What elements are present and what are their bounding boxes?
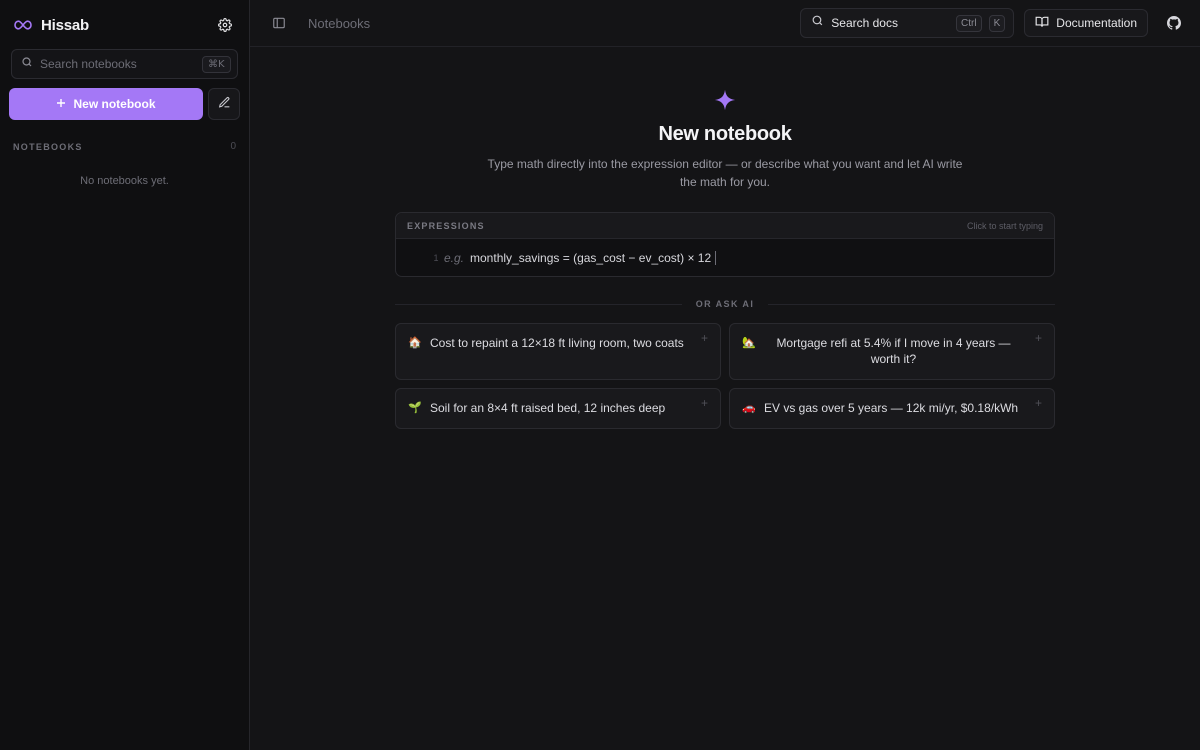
new-notebook-row: New notebook	[9, 88, 240, 120]
book-icon	[1035, 15, 1049, 32]
search-icon	[811, 14, 824, 32]
pencil-icon	[218, 96, 231, 112]
divider-line-left	[395, 303, 682, 305]
app-name: Hissab	[41, 16, 89, 34]
prompt-text: Cost to repaint a 12×18 ft living room, …	[430, 336, 684, 350]
prompt-card[interactable]: 🌱 Soil for an 8×4 ft raised bed, 12 inch…	[395, 388, 721, 429]
compose-button[interactable]	[208, 88, 240, 120]
new-notebook-hero: New notebook Type math directly into the…	[250, 89, 1200, 429]
topbar-actions: Search docs Ctrl K Documentation	[800, 8, 1186, 38]
new-notebook-button[interactable]: New notebook	[9, 88, 203, 120]
brand-row: Hissab	[9, 0, 240, 50]
prompt-card[interactable]: 🚗 EV vs gas over 5 years — 12k mi/yr, $0…	[729, 388, 1055, 429]
search-docs-label: Search docs	[831, 16, 898, 30]
expressions-label: EXPRESSIONS	[407, 220, 485, 231]
search-docs-button[interactable]: Search docs Ctrl K	[800, 8, 1015, 38]
example-prefix: e.g.	[444, 250, 465, 265]
notebook-search-box[interactable]: ⌘K	[11, 49, 238, 79]
page-title: New notebook	[658, 123, 792, 145]
plus-icon: +	[700, 396, 708, 410]
line-number: 1	[433, 252, 439, 263]
sparkle-icon	[250, 89, 1200, 111]
ctrl-key-badge: Ctrl	[956, 14, 982, 32]
notebooks-section-title: NOTEBOOKS	[13, 141, 83, 152]
search-icon	[21, 55, 33, 73]
house-icon: 🏠	[408, 337, 422, 349]
empty-notebooks-message: No notebooks yet.	[80, 175, 169, 187]
prompt-text: Soil for an 8×4 ft raised bed, 12 inches…	[430, 401, 666, 415]
prompt-card[interactable]: 🏡 Mortgage refi at 5.4% if I move in 4 y…	[729, 323, 1055, 380]
app-root: Hissab ⌘K New notebook	[0, 0, 1200, 750]
prompt-text: Mortgage refi at 5.4% if I move in 4 yea…	[776, 336, 1011, 366]
k-key-badge: K	[988, 14, 1006, 32]
prompt-card[interactable]: 🏠 Cost to repaint a 12×18 ft living room…	[395, 323, 721, 380]
new-notebook-label: New notebook	[73, 97, 156, 111]
brand[interactable]: Hissab	[13, 15, 89, 35]
infinity-logo-icon	[13, 15, 33, 35]
main-panel: Notebooks Search docs Ctrl K Documentati…	[250, 0, 1200, 750]
notebook-search-input[interactable]	[40, 57, 195, 71]
github-icon[interactable]	[1162, 11, 1186, 35]
ask-ai-divider: OR ASK AI	[395, 299, 1055, 309]
expression-line[interactable]: 1 e.g. monthly_savings = (gas_cost − ev_…	[396, 239, 1054, 276]
seedling-icon: 🌱	[408, 402, 422, 414]
notebooks-count: 0	[230, 141, 236, 152]
car-icon: 🚗	[742, 402, 756, 414]
plus-icon: +	[1034, 331, 1042, 345]
ai-prompt-suggestions: 🏠 Cost to repaint a 12×18 ft living room…	[395, 323, 1055, 429]
start-typing-hint: Click to start typing	[966, 220, 1043, 231]
expression-editor[interactable]: EXPRESSIONS Click to start typing 1 e.g.…	[395, 212, 1055, 277]
breadcrumb[interactable]: Notebooks	[308, 16, 370, 31]
example-expression: monthly_savings = (gas_cost − ev_cost) ×…	[470, 250, 712, 265]
ask-ai-label: OR ASK AI	[695, 299, 755, 309]
prompt-text: EV vs gas over 5 years — 12k mi/yr, $0.1…	[764, 401, 1019, 415]
plus-icon: +	[1034, 396, 1042, 410]
plus-icon	[56, 97, 66, 111]
expression-editor-header: EXPRESSIONS Click to start typing	[396, 213, 1054, 239]
home-icon: 🏡	[742, 337, 756, 349]
search-shortcut-badge: ⌘K	[202, 55, 231, 73]
divider-line-right	[768, 303, 1055, 305]
topbar: Notebooks Search docs Ctrl K Documentati…	[250, 0, 1200, 47]
documentation-label: Documentation	[1056, 16, 1137, 30]
sidebar-toggle-icon[interactable]	[270, 14, 288, 32]
settings-gear-icon[interactable]	[216, 16, 234, 34]
documentation-button[interactable]: Documentation	[1024, 9, 1148, 37]
sidebar: Hissab ⌘K New notebook	[0, 0, 250, 750]
text-caret	[715, 250, 717, 265]
notebooks-section-header: NOTEBOOKS 0	[9, 141, 240, 152]
page-description: Type math directly into the expression e…	[487, 157, 963, 189]
plus-icon: +	[700, 331, 708, 345]
